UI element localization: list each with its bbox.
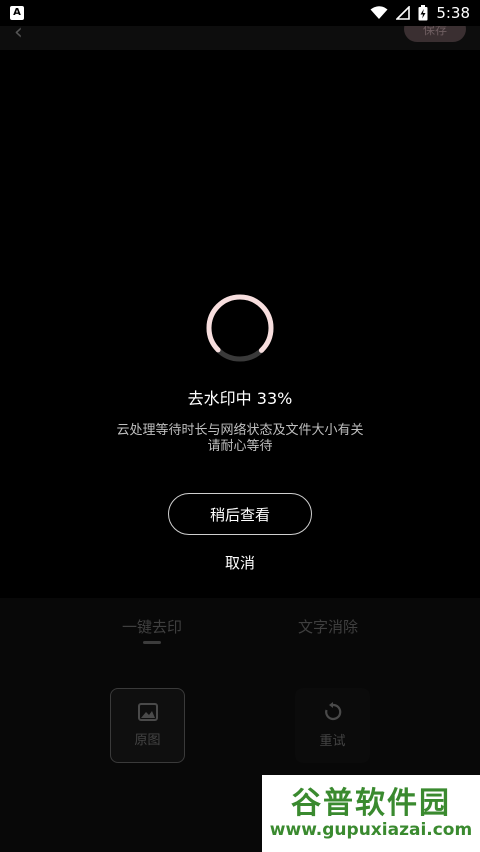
retry-icon — [324, 702, 341, 721]
notification-icon: A — [10, 6, 24, 20]
watermark-title: 谷普软件园 — [291, 785, 451, 821]
spinner-arc — [206, 294, 274, 362]
progress-text: 去水印中 33% — [187, 389, 293, 408]
app-top-bar: ‹ 保存 — [0, 16, 480, 50]
progress-spinner — [206, 294, 274, 362]
status-bar: A 5:38 — [0, 0, 480, 26]
view-later-button[interactable]: 稍后查看 — [168, 493, 312, 535]
site-watermark-logo: 谷普软件园 www.gupuxiazai.com — [262, 775, 480, 852]
clock: 5:38 — [436, 4, 470, 22]
signal-icon — [396, 6, 411, 20]
tool-label-original: 原图 — [134, 733, 161, 748]
retry-button[interactable]: 重试 — [295, 688, 370, 763]
cancel-button[interactable]: 取消 — [0, 552, 480, 573]
image-icon — [137, 703, 158, 721]
battery-charging-icon — [418, 5, 428, 21]
tab-one-click-remove[interactable]: 一键去印 — [122, 616, 182, 637]
watermark-url: www.gupuxiazai.com — [269, 819, 473, 840]
original-image-button[interactable]: 原图 — [110, 688, 185, 763]
wait-description-line2: 请耐心等待 — [207, 439, 273, 454]
status-icons: 5:38 — [370, 4, 470, 22]
tab-text-erase[interactable]: 文字消除 — [298, 616, 358, 637]
wifi-icon — [370, 6, 388, 19]
active-tab-indicator — [143, 641, 161, 644]
tool-label-retry: 重试 — [319, 734, 346, 749]
